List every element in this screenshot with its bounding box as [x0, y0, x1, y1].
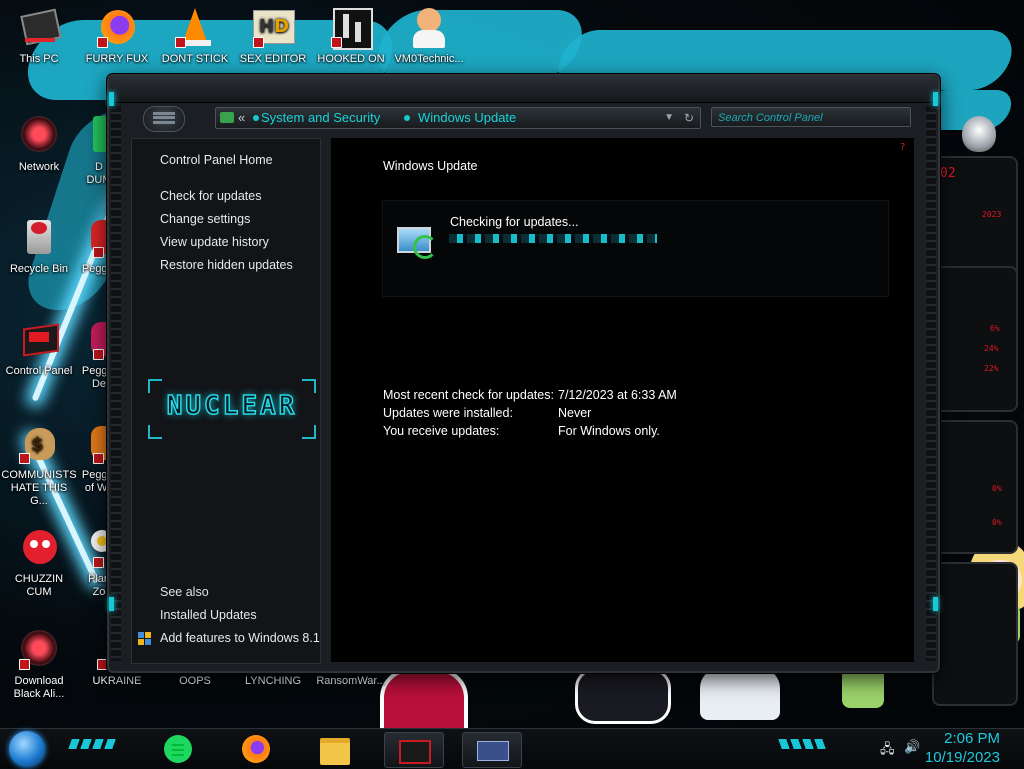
start-button[interactable] [9, 731, 45, 767]
windows-update-window[interactable]: « System and Security Windows Update ▼ ↻… [107, 74, 940, 673]
firefox-icon [95, 6, 139, 50]
system-monitor-gadget: 02 2023 6% 24% 22% 0% 0% [926, 80, 1024, 720]
system-clock[interactable]: 2:06 PM 10/19/2023 [925, 729, 1000, 767]
info-row-installed: Updates were installed: Never [383, 406, 591, 420]
network-icon[interactable]: 🖧 [880, 740, 895, 762]
page-title: Windows Update [383, 159, 478, 173]
info-value: Never [558, 406, 592, 420]
restore-hidden-updates-link[interactable]: Restore hidden updates [160, 258, 293, 272]
desktop-icon-vm0technic[interactable]: VM0Technic... [391, 6, 467, 66]
progress-fill [449, 234, 657, 243]
installed-updates-link[interactable]: Installed Updates [160, 608, 257, 622]
windows-update-icon [397, 225, 437, 259]
recycle-bin-icon [17, 216, 61, 260]
taskbar-decor [778, 739, 828, 749]
windows-features-icon [138, 632, 152, 646]
desktop-icon-hooked-on[interactable]: HOOKED ON [313, 6, 389, 66]
add-features-link[interactable]: Add features to Windows 8.1 [160, 631, 320, 645]
change-settings-link[interactable]: Change settings [160, 212, 250, 226]
doctor-avatar-icon [407, 6, 451, 50]
info-label: You receive updates: [383, 424, 500, 438]
taskbar-firefox[interactable] [228, 732, 286, 766]
clock-date: 10/19/2023 [924, 749, 1000, 766]
taskbar-control-panel[interactable] [384, 732, 444, 768]
taskbar-file-explorer[interactable] [306, 732, 364, 766]
breadcrumb-windows-update[interactable]: Windows Update [418, 108, 516, 128]
chuzzle-icon [17, 526, 61, 570]
window-app-icon [477, 741, 509, 761]
desktop-icon-recycle-bin[interactable]: Recycle Bin [1, 216, 77, 276]
update-status-text: Checking for updates... [450, 215, 579, 229]
desktop-icon-this-pc[interactable]: This PC [1, 6, 77, 66]
clock-time: 2:06 PM [944, 730, 1000, 747]
nuclear-theme-logo: NUCLEAR [148, 379, 316, 439]
info-value: For Windows only. [558, 424, 660, 438]
windows-update-pane: ? Windows Update Checking for updates...… [331, 138, 914, 662]
volume-icon[interactable]: 🔊 [904, 740, 920, 755]
refresh-icon[interactable]: ↻ [684, 108, 694, 128]
desktop-icon-furry-fux[interactable]: FURRY FUX [79, 6, 155, 66]
control-panel-icon [220, 112, 234, 123]
address-bar[interactable]: « System and Security Windows Update ▼ ↻ [215, 107, 701, 129]
chevron-down-icon[interactable]: ▼ [664, 108, 674, 128]
desktop-icon-network[interactable]: Network [1, 114, 77, 174]
control-panel-home-link[interactable]: Control Panel Home [160, 153, 273, 167]
navigation-bar: « System and Security Windows Update ▼ ↻… [129, 104, 918, 134]
desktop-icon-download-black[interactable]: Download Black Ali... [1, 628, 77, 701]
taskbar: 🖧 🔊 2:06 PM 10/19/2023 [0, 728, 1024, 769]
desktop-icon-control-panel[interactable]: Control Panel [1, 318, 77, 378]
info-label: Most recent check for updates: [383, 388, 554, 402]
desktop-icon-chuzzin[interactable]: CHUZZIN CUM [1, 526, 77, 599]
task-pane: Control Panel Home Check for updates Cha… [131, 138, 321, 664]
update-status-box: Checking for updates... [382, 200, 889, 297]
check-for-updates-link[interactable]: Check for updates [160, 189, 261, 203]
info-row-receive: You receive updates: For Windows only. [383, 424, 660, 438]
search-input[interactable]: Search Control Panel [711, 107, 911, 127]
desktop-icon-sex-editor[interactable]: HD SEX EDITOR [235, 6, 311, 66]
control-panel-icon [17, 318, 61, 362]
taskbar-window-app[interactable] [462, 732, 522, 768]
back-forward-button[interactable] [143, 106, 185, 132]
update-progress-bar [449, 234, 657, 243]
info-row-last-check: Most recent check for updates: 7/12/2023… [383, 388, 677, 402]
alien-head-icon [962, 116, 996, 152]
taskbar-decor [68, 739, 118, 749]
alien-orb-icon [17, 628, 61, 672]
desktop-icon-communists[interactable]: $ COMMUNISTS HATE THIS G... [1, 422, 77, 508]
help-icon[interactable]: ? [900, 142, 908, 153]
info-value: 7/12/2023 at 6:33 AM [558, 388, 677, 402]
control-panel-icon [399, 740, 431, 764]
vlc-cone-icon [173, 6, 217, 50]
desktop-icon-dont-stick[interactable]: DONT STICK [157, 6, 233, 66]
computer-icon [17, 6, 62, 50]
file-explorer-icon [320, 738, 350, 765]
window-title-bar[interactable] [109, 76, 938, 103]
see-also-heading: See also [160, 585, 209, 599]
breadcrumb-system-and-security[interactable]: System and Security [261, 108, 380, 128]
money-bag-icon: $ [17, 422, 61, 466]
alien-orb-icon [17, 114, 61, 158]
maze-game-icon [329, 6, 373, 50]
taskbar-spotify[interactable] [150, 732, 208, 766]
hxd-editor-icon: HD [251, 6, 295, 50]
view-update-history-link[interactable]: View update history [160, 235, 269, 249]
info-label: Updates were installed: [383, 406, 513, 420]
firefox-icon [242, 735, 270, 763]
spotify-icon [164, 735, 192, 763]
breadcrumb-overflow-icon[interactable]: « [238, 108, 245, 128]
